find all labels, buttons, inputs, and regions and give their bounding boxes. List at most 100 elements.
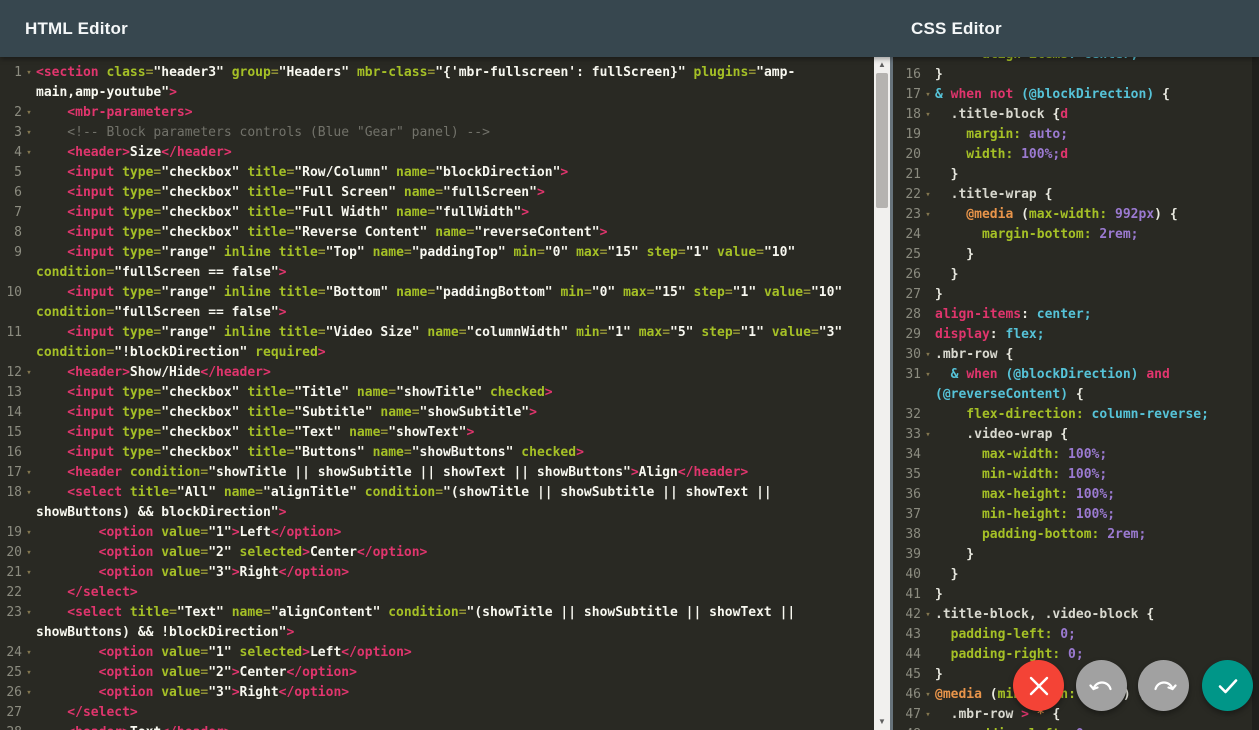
fold-arrow-icon[interactable]: ▾ bbox=[22, 603, 36, 623]
css-code-area[interactable]: align-items: center;16}17▾& when not (@b… bbox=[893, 57, 1252, 730]
code-line: 6 <input type="checkbox" title="Full Scr… bbox=[0, 183, 874, 203]
line-number: 47 bbox=[893, 705, 921, 725]
code-line: 47▾ .mbr-row > * { bbox=[893, 705, 1252, 725]
fold-gutter bbox=[22, 583, 36, 603]
code-text: } bbox=[935, 245, 1252, 265]
code-text: } bbox=[935, 585, 1252, 605]
html-editor-scrollbar[interactable]: ▲ ▼ bbox=[874, 57, 890, 730]
code-text: <option value="2">Center</option> bbox=[36, 663, 874, 683]
fold-arrow-icon[interactable]: ▾ bbox=[22, 463, 36, 483]
code-text: margin: auto; bbox=[935, 125, 1252, 145]
code-text: .video-wrap { bbox=[935, 425, 1252, 445]
code-text: <option value="1">Left</option> bbox=[36, 523, 874, 543]
line-number: 1 bbox=[0, 63, 22, 83]
fold-gutter bbox=[22, 443, 36, 463]
close-button[interactable] bbox=[1013, 660, 1064, 711]
code-line: 21▾ <option value="3">Right</option> bbox=[0, 563, 874, 583]
code-line: 38 padding-bottom: 2rem; bbox=[893, 525, 1252, 545]
editor-header-bar: HTML Editor CSS Editor bbox=[0, 0, 1259, 57]
fold-arrow-icon[interactable]: ▾ bbox=[22, 143, 36, 163]
undo-button[interactable] bbox=[1076, 660, 1127, 711]
fold-arrow-icon[interactable]: ▾ bbox=[22, 123, 36, 143]
fold-arrow-icon[interactable]: ▾ bbox=[22, 103, 36, 123]
scrollbar-up-arrow-icon[interactable]: ▲ bbox=[874, 58, 890, 72]
line-number: 29 bbox=[893, 325, 921, 345]
code-line: condition="fullScreen == false"> bbox=[0, 263, 874, 283]
fold-arrow-icon[interactable]: ▾ bbox=[921, 705, 935, 725]
fold-gutter bbox=[22, 263, 36, 283]
fold-arrow-icon[interactable]: ▾ bbox=[921, 425, 935, 445]
code-text: display: flex; bbox=[935, 325, 1252, 345]
line-number: 10 bbox=[0, 283, 22, 303]
line-number: 23 bbox=[0, 603, 22, 623]
fold-arrow-icon[interactable]: ▾ bbox=[22, 563, 36, 583]
fold-gutter bbox=[921, 725, 935, 730]
fold-gutter bbox=[921, 565, 935, 585]
code-text: condition="fullScreen == false"> bbox=[36, 303, 874, 323]
fold-arrow-icon[interactable]: ▾ bbox=[22, 663, 36, 683]
line-number: 14 bbox=[0, 403, 22, 423]
scrollbar-thumb[interactable] bbox=[876, 73, 888, 208]
fold-gutter bbox=[921, 125, 935, 145]
code-text: <input type="range" inline title="Video … bbox=[36, 323, 874, 343]
code-text: <option value="1" selected>Left</option> bbox=[36, 643, 874, 663]
code-text: max-width: 100%; bbox=[935, 445, 1252, 465]
css-editor-pane[interactable]: align-items: center;16}17▾& when not (@b… bbox=[893, 57, 1252, 730]
code-text: <option value="2" selected>Center</optio… bbox=[36, 543, 874, 563]
redo-button[interactable] bbox=[1138, 660, 1189, 711]
line-number: 9 bbox=[0, 243, 22, 263]
line-number: 39 bbox=[893, 545, 921, 565]
fold-gutter bbox=[921, 265, 935, 285]
fold-arrow-icon[interactable]: ▾ bbox=[921, 605, 935, 625]
fold-gutter bbox=[22, 163, 36, 183]
code-line: condition="!blockDirection" required> bbox=[0, 343, 874, 363]
code-text: condition="!blockDirection" required> bbox=[36, 343, 874, 363]
code-line: 28 <header>Text</header> bbox=[0, 723, 874, 730]
fold-arrow-icon[interactable]: ▾ bbox=[22, 363, 36, 383]
checkmark-icon bbox=[1214, 672, 1242, 700]
fold-gutter bbox=[22, 723, 36, 730]
code-line: 44 padding-right: 0; bbox=[893, 645, 1252, 665]
html-code-area[interactable]: 1▾<section class="header3" group="Header… bbox=[0, 57, 874, 730]
code-line: 25 } bbox=[893, 245, 1252, 265]
line-number: 26 bbox=[0, 683, 22, 703]
code-line: 30▾.mbr-row { bbox=[893, 345, 1252, 365]
code-line: condition="fullScreen == false"> bbox=[0, 303, 874, 323]
code-line: align-items: center; bbox=[893, 57, 1252, 65]
code-line: 8 <input type="checkbox" title="Reverse … bbox=[0, 223, 874, 243]
fold-arrow-icon[interactable]: ▾ bbox=[22, 683, 36, 703]
apply-button[interactable] bbox=[1202, 660, 1253, 711]
fold-gutter bbox=[22, 403, 36, 423]
line-number: 11 bbox=[0, 323, 22, 343]
line-number bbox=[0, 343, 22, 363]
fold-arrow-icon[interactable]: ▾ bbox=[22, 543, 36, 563]
line-number: 19 bbox=[0, 523, 22, 543]
fold-arrow-icon[interactable]: ▾ bbox=[22, 523, 36, 543]
fold-arrow-icon[interactable]: ▾ bbox=[921, 685, 935, 705]
fold-gutter bbox=[921, 245, 935, 265]
code-text: </select> bbox=[36, 583, 874, 603]
fold-arrow-icon[interactable]: ▾ bbox=[921, 365, 935, 385]
fold-arrow-icon[interactable]: ▾ bbox=[921, 345, 935, 365]
fold-arrow-icon[interactable]: ▾ bbox=[921, 105, 935, 125]
fold-arrow-icon[interactable]: ▾ bbox=[22, 63, 36, 83]
fold-arrow-icon[interactable]: ▾ bbox=[921, 185, 935, 205]
scrollbar-down-arrow-icon[interactable]: ▼ bbox=[874, 715, 890, 729]
fold-gutter bbox=[921, 585, 935, 605]
fold-arrow-icon[interactable]: ▾ bbox=[921, 85, 935, 105]
code-line: 41} bbox=[893, 585, 1252, 605]
html-editor-pane[interactable]: 1▾<section class="header3" group="Header… bbox=[0, 57, 874, 730]
fold-arrow-icon[interactable]: ▾ bbox=[22, 643, 36, 663]
css-editor-scrollbar[interactable] bbox=[1252, 57, 1259, 730]
fold-arrow-icon[interactable]: ▾ bbox=[22, 483, 36, 503]
code-text: <input type="range" inline title="Top" n… bbox=[36, 243, 874, 263]
code-line: 46▾@media (min-width: 992px) { bbox=[893, 685, 1252, 705]
line-number: 5 bbox=[0, 163, 22, 183]
code-text: .title-block {d bbox=[935, 105, 1252, 125]
code-line: 11 <input type="range" inline title="Vid… bbox=[0, 323, 874, 343]
fold-gutter bbox=[921, 545, 935, 565]
fold-gutter bbox=[22, 623, 36, 643]
line-number: 48 bbox=[893, 725, 921, 730]
fold-arrow-icon[interactable]: ▾ bbox=[921, 205, 935, 225]
line-number: 45 bbox=[893, 665, 921, 685]
